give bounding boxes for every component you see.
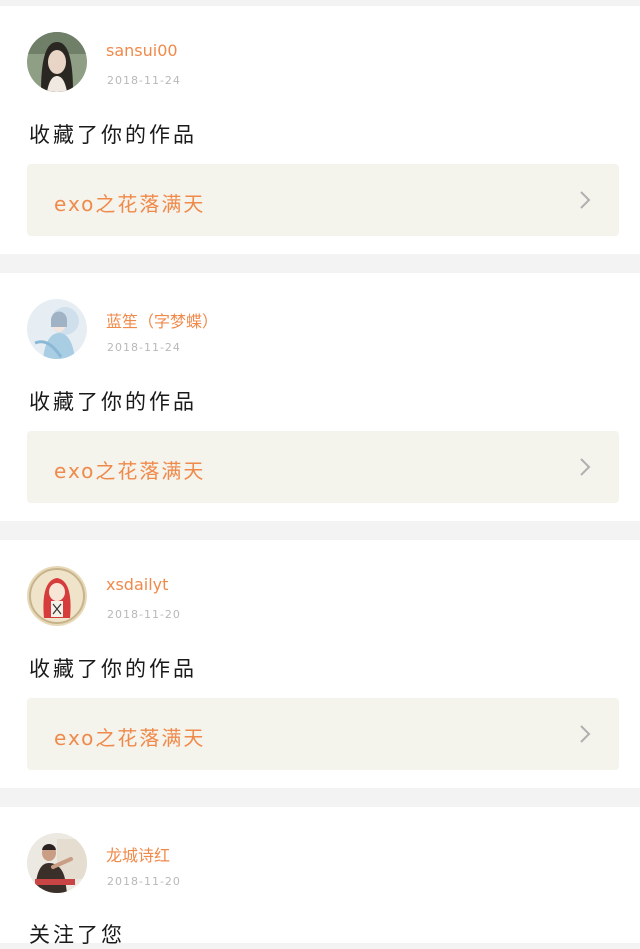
action-text: 收藏了你的作品	[29, 390, 197, 414]
work-title: exo之花落满天	[54, 726, 206, 750]
man-photo-avatar-icon	[27, 833, 87, 893]
user-avatar[interactable]	[27, 32, 87, 92]
user-avatar[interactable]	[27, 566, 87, 626]
work-link[interactable]: exo之花落满天	[27, 431, 619, 503]
notification-date: 2018-11-20	[107, 875, 181, 888]
username[interactable]: sansui00	[106, 41, 178, 60]
work-title: exo之花落满天	[54, 459, 206, 483]
action-text: 关注了您	[29, 923, 125, 947]
notification-date: 2018-11-20	[107, 608, 181, 621]
blue-costume-avatar-icon	[27, 299, 87, 359]
action-text: 收藏了你的作品	[29, 657, 197, 681]
work-link[interactable]: exo之花落满天	[27, 164, 619, 236]
woman-portrait-avatar-icon	[27, 32, 87, 92]
work-title: exo之花落满天	[54, 192, 206, 216]
notification-date: 2018-11-24	[107, 74, 181, 87]
username[interactable]: 龙城诗红	[106, 842, 170, 866]
notification-card: 龙城诗红 2018-11-20 关注了您	[0, 807, 640, 947]
notification-date: 2018-11-24	[107, 341, 181, 354]
notification-card: xsdailyt 2018-11-20 收藏了你的作品 exo之花落满天	[0, 540, 640, 788]
user-avatar[interactable]	[27, 833, 87, 893]
chevron-right-icon	[580, 725, 591, 743]
action-text: 收藏了你的作品	[29, 123, 197, 147]
user-avatar[interactable]	[27, 299, 87, 359]
chevron-right-icon	[580, 458, 591, 476]
notification-feed: sansui00 2018-11-24 收藏了你的作品 exo之花落满天 蓝笙（…	[0, 0, 640, 947]
work-link[interactable]: exo之花落满天	[27, 698, 619, 770]
red-hair-girl-avatar-icon	[27, 566, 87, 626]
username[interactable]: xsdailyt	[106, 575, 168, 594]
chevron-right-icon	[580, 191, 591, 209]
username[interactable]: 蓝笙（字梦蝶）	[106, 308, 218, 332]
notification-card: 蓝笙（字梦蝶） 2018-11-24 收藏了你的作品 exo之花落满天	[0, 273, 640, 521]
notification-card: sansui00 2018-11-24 收藏了你的作品 exo之花落满天	[0, 6, 640, 254]
